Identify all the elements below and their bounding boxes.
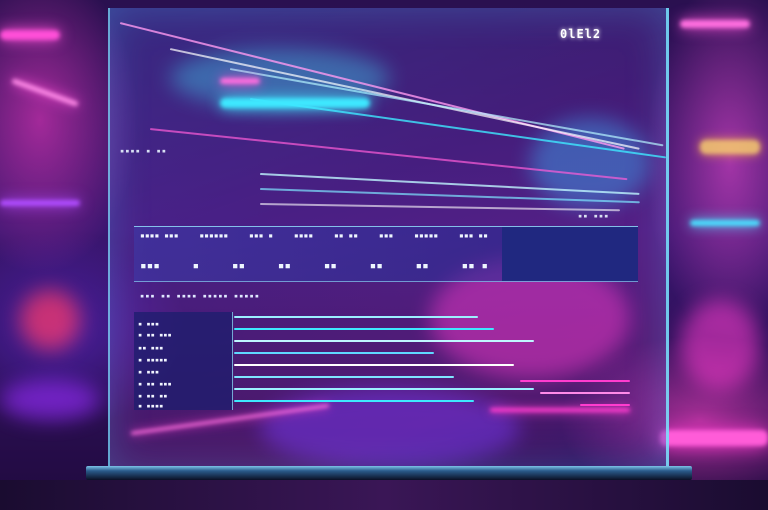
table-cell: ▪▪	[277, 259, 292, 272]
data-bar	[234, 328, 494, 330]
data-bar	[580, 404, 630, 406]
list-item: ▪ ▪▪▪▪	[138, 402, 163, 410]
floor	[0, 480, 768, 510]
list-item-label: ▪ ▪▪▪	[138, 368, 160, 376]
item-list: ▪ ▪▪▪ ▪ ▪▪ ▪▪▪ ▪▪ ▪▪▪ ▪ ▪▪▪▪▪ ▪ ▪▪▪ ▪ ▪▪…	[134, 312, 233, 410]
neon-light	[0, 380, 100, 420]
list-item-label: ▪ ▪▪ ▪▪▪	[138, 380, 172, 388]
data-bar	[234, 364, 514, 366]
table-cell: ▪▪▪	[140, 259, 160, 272]
table-cell: ▪▪	[415, 259, 429, 272]
table-header-row: ▪▪▪▪ ▪▪▪ ▪▪▪▪▪▪ ▪▪▪ ▪ ▪▪▪▪ ▪▪ ▪▪ ▪▪▪ ▪▪▪…	[140, 231, 488, 240]
list-item: ▪▪ ▪▪▪	[138, 344, 163, 352]
neon-light	[20, 290, 80, 350]
data-bar	[234, 376, 454, 378]
table-header-cell: ▪▪▪	[378, 231, 394, 240]
table-cell: ▪▪	[231, 259, 246, 272]
list-item: ▪ ▪▪▪▪▪	[138, 356, 168, 364]
list-item: ▪ ▪▪ ▪▪▪	[138, 380, 172, 388]
list-item-label: ▪ ▪▪▪▪	[138, 402, 164, 410]
list-item-label: ▪ ▪▪ ▪▪▪	[138, 331, 172, 339]
data-bar	[234, 340, 534, 342]
data-bar	[520, 380, 630, 382]
neon-light	[220, 98, 370, 108]
table-cell: ▪▪	[369, 259, 383, 272]
panel-top-label: ▪▪▪▪ ▪ ▪▪	[120, 147, 167, 155]
table-cell: ▪▪	[323, 259, 337, 272]
list-item-label: ▪ ▪▪▪▪▪	[138, 356, 168, 364]
table-header-cell: ▪▪ ▪▪	[333, 231, 359, 240]
table-header-cell: ▪▪▪▪▪	[414, 231, 439, 240]
neon-light	[680, 300, 760, 390]
neon-light	[220, 78, 260, 84]
panel-base-stand	[86, 466, 692, 480]
data-bar	[234, 316, 478, 318]
list-item: ▪ ▪▪ ▪▪▪	[138, 331, 172, 339]
list-title: ▪▪▪ ▪▪ ▪▪▪▪ ▪▪▪▪▪ ▪▪▪▪▪	[140, 292, 260, 300]
table-header-cell: ▪▪▪ ▪	[249, 231, 274, 240]
neon-light	[660, 430, 768, 446]
data-bar	[234, 352, 434, 354]
data-bar	[540, 392, 630, 394]
neon-light	[0, 200, 80, 206]
list-item-label: ▪▪ ▪▪▪	[138, 344, 164, 352]
table-side-block	[502, 227, 638, 281]
table-header-cell: ▪▪▪▪ ▪▪▪	[140, 231, 179, 240]
data-table: ▪▪▪▪ ▪▪▪ ▪▪▪▪▪▪ ▪▪▪ ▪ ▪▪▪▪ ▪▪ ▪▪ ▪▪▪ ▪▪▪…	[134, 226, 638, 282]
neon-light	[0, 30, 60, 40]
list-item-label: ▪ ▪▪ ▪▪	[138, 392, 168, 400]
data-bar	[234, 400, 474, 402]
table-row: ▪▪▪ ▪ ▪▪ ▪▪ ▪▪ ▪▪ ▪▪ ▪▪ ▪	[140, 259, 488, 272]
list-item: ▪ ▪▪▪	[138, 368, 159, 376]
table-cell: ▪▪ ▪	[461, 259, 488, 272]
neon-light	[690, 220, 760, 226]
list-item-label: ▪ ▪▪▪	[138, 320, 160, 328]
table-header-cell: ▪▪▪▪	[293, 231, 314, 240]
panel-header-tag: 0lEl2	[560, 27, 602, 41]
table-header-cell: ▪▪▪ ▪▪	[459, 231, 488, 240]
table-cell: ▪	[192, 259, 200, 272]
neon-light	[11, 78, 79, 107]
neon-light	[680, 20, 750, 28]
list-item: ▪ ▪▪ ▪▪	[138, 392, 168, 400]
data-bar	[234, 388, 534, 390]
panel-top-right-label: ▪▪ ▪▪▪	[578, 212, 610, 220]
table-header-cell: ▪▪▪▪▪▪	[199, 231, 229, 240]
neon-light	[700, 140, 760, 154]
list-item: ▪ ▪▪▪	[138, 320, 159, 328]
neon-light	[490, 408, 630, 412]
